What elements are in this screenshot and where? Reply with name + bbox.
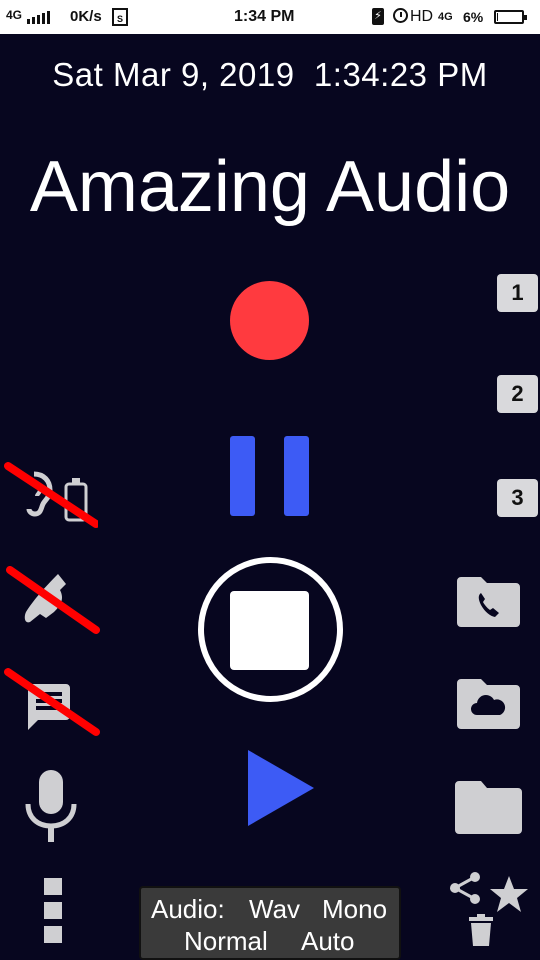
folder-icon[interactable] <box>455 779 522 834</box>
battery-icon <box>494 10 527 24</box>
hearing-phone-disabled-icon[interactable] <box>4 462 98 532</box>
audio-channels: Mono <box>322 894 388 924</box>
stop-button[interactable] <box>198 557 343 702</box>
microphone-icon[interactable] <box>24 770 78 842</box>
record-button[interactable] <box>230 281 309 360</box>
phone-disabled-icon[interactable] <box>6 566 100 636</box>
slot-2-button[interactable]: 2 <box>497 375 538 413</box>
battery-percent: 6% <box>463 9 484 25</box>
network-indicator: 4G <box>438 11 453 23</box>
alarm-icon <box>393 8 408 23</box>
app-title: Amazing Audio <box>29 147 511 227</box>
play-triangle-icon <box>248 750 314 826</box>
trash-icon[interactable] <box>469 914 493 946</box>
status-bar: 4G 0K/s S 1:34 PM ⚡ HD 4G 6% <box>0 0 540 34</box>
slot-3-button[interactable]: 3 <box>497 479 538 517</box>
more-menu-icon[interactable] <box>44 878 64 944</box>
hd-indicator: HD <box>410 8 434 25</box>
stop-square-icon <box>230 591 309 670</box>
current-datetime: Sat Mar 9, 2019 1:34:23 PM <box>52 56 488 93</box>
audio-format: Wav <box>249 894 301 924</box>
cloud-folder-icon[interactable] <box>457 677 520 729</box>
message-disabled-icon[interactable] <box>4 668 100 738</box>
signal-strength-icon <box>27 10 57 24</box>
audio-label: Audio: <box>151 894 225 924</box>
share-icon[interactable] <box>448 871 482 905</box>
pause-bar-right <box>284 436 309 516</box>
slot-1-button[interactable]: 1 <box>497 274 538 312</box>
audio-settings-box[interactable]: Audio: Wav Mono Normal Auto <box>139 886 401 960</box>
network-speed: 0K/s <box>70 8 102 25</box>
star-icon[interactable] <box>490 876 528 912</box>
pause-button[interactable] <box>230 436 309 516</box>
sd-card-icon: S <box>112 8 128 26</box>
play-button[interactable] <box>248 750 314 826</box>
audio-quality: Normal <box>184 926 268 956</box>
audio-mode: Auto <box>301 926 355 956</box>
status-time: 1:34 PM <box>234 8 295 25</box>
phone-folder-icon[interactable] <box>457 575 520 627</box>
charging-icon: ⚡ <box>372 8 384 25</box>
network-type: 4G <box>6 8 23 22</box>
pause-bar-left <box>230 436 255 516</box>
